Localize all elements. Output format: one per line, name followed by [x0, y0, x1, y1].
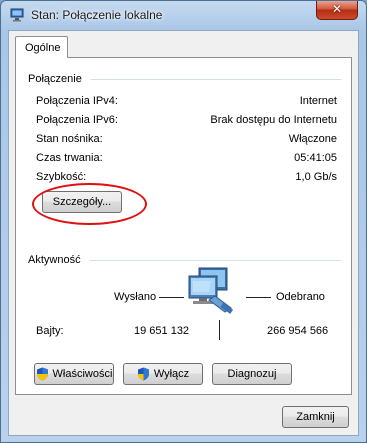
title-bar[interactable]: Stan: Połączenie lokalne: [1, 1, 366, 29]
dialog-client-area: Ogólne Połączenie Połączenia IPv4: Inter…: [8, 30, 359, 436]
network-computers-icon: [179, 266, 239, 326]
uac-shield-icon: [36, 367, 49, 381]
uac-shield-icon: [137, 367, 150, 381]
received-connector-line: [246, 297, 271, 298]
window-title: Stan: Połączenie lokalne: [31, 8, 163, 22]
connection-group-label: Połączenie: [28, 73, 82, 85]
bytes-received-value: 266 954 566: [267, 325, 329, 337]
ipv6-value: Brak dostępu do Internetu: [210, 114, 337, 126]
status-dialog: Stan: Połączenie lokalne Ogólne Połączen…: [0, 0, 367, 443]
media-state-label: Stan nośnika:: [36, 133, 103, 145]
duration-value: 05:41:05: [294, 152, 337, 164]
sent-label: Wysłano: [114, 291, 157, 303]
close-window-button[interactable]: [316, 1, 358, 20]
connection-group-divider: [91, 79, 341, 80]
speed-value: 1,0 Gb/s: [295, 171, 337, 183]
speed-label: Szybkość:: [36, 171, 87, 183]
ipv4-label: Połączenia IPv4:: [36, 95, 118, 107]
duration-label: Czas trwania:: [36, 152, 103, 164]
activity-group-label: Aktywność: [28, 254, 81, 266]
diagnose-button[interactable]: Diagnozuj: [212, 363, 292, 385]
disable-button-label: Wyłącz: [153, 368, 190, 381]
tab-panel-general: Połączenie Połączenia IPv4: Internet Poł…: [15, 57, 352, 395]
properties-button-label: Właściwości: [52, 368, 113, 381]
tab-general[interactable]: Ogólne: [15, 36, 68, 58]
highlight-annotation: [32, 183, 147, 225]
ipv6-label: Połączenia IPv6:: [36, 114, 118, 126]
bytes-sent-value: 19 651 132: [134, 325, 190, 337]
activity-group-divider: [90, 260, 341, 261]
disable-button[interactable]: Wyłącz: [123, 363, 203, 385]
properties-button[interactable]: Właściwości: [34, 363, 114, 385]
close-button[interactable]: Zamknij: [282, 406, 349, 428]
media-state-value: Włączone: [288, 133, 337, 145]
received-label: Odebrano: [276, 291, 325, 303]
network-status-icon: [10, 8, 26, 22]
bytes-label: Bajty:: [36, 325, 64, 337]
ipv4-value: Internet: [299, 95, 337, 107]
